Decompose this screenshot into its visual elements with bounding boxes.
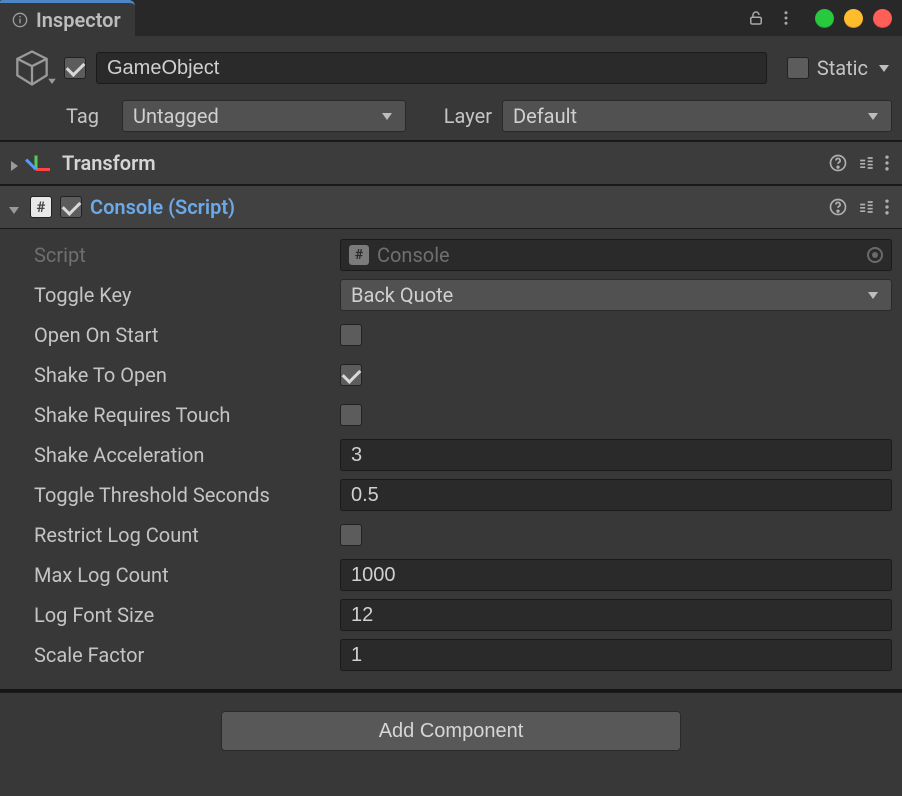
tag-dropdown-value: Untagged bbox=[133, 104, 219, 128]
script-object-field[interactable]: # Console bbox=[340, 239, 892, 271]
static-label: Static bbox=[817, 56, 868, 80]
add-component-row: Add Component bbox=[0, 692, 902, 769]
prop-label-script: Script bbox=[10, 243, 340, 267]
foldout-icon[interactable] bbox=[6, 155, 22, 171]
prop-label-shake-acceleration: Shake Acceleration bbox=[10, 443, 340, 467]
lock-icon[interactable] bbox=[747, 9, 765, 27]
open-on-start-checkbox[interactable] bbox=[340, 324, 362, 346]
gameobject-enabled-checkbox[interactable] bbox=[64, 57, 86, 79]
chevron-down-icon[interactable] bbox=[876, 60, 892, 76]
chevron-down-icon bbox=[865, 287, 881, 303]
prop-script: Script # Console bbox=[10, 235, 892, 275]
gameobject-row: Static bbox=[10, 46, 892, 90]
script-icon: # bbox=[30, 196, 52, 218]
console-title[interactable]: Console (Script) bbox=[90, 195, 235, 219]
transform-component-header[interactable]: Transform bbox=[0, 141, 902, 185]
info-icon bbox=[12, 12, 28, 28]
tab-bar-right bbox=[747, 0, 892, 36]
static-checkbox[interactable] bbox=[787, 57, 809, 79]
toggle-key-dropdown[interactable]: Back Quote bbox=[340, 279, 892, 311]
prop-open-on-start: Open On Start bbox=[10, 315, 892, 355]
tag-label: Tag bbox=[66, 104, 122, 128]
tag-layer-row: Tag Untagged Layer Default bbox=[10, 100, 892, 132]
prop-shake-acceleration: Shake Acceleration bbox=[10, 435, 892, 475]
prop-toggle-threshold-seconds: Toggle Threshold Seconds bbox=[10, 475, 892, 515]
console-component-header[interactable]: # Console (Script) bbox=[0, 185, 902, 229]
scale-factor-input[interactable] bbox=[340, 639, 892, 671]
traffic-yellow[interactable] bbox=[844, 9, 863, 28]
object-picker-icon[interactable] bbox=[867, 247, 883, 263]
prop-label-open-on-start: Open On Start bbox=[10, 323, 340, 347]
prop-label-toggle-threshold-seconds: Toggle Threshold Seconds bbox=[10, 483, 340, 507]
prop-label-log-font-size: Log Font Size bbox=[10, 603, 340, 627]
inspector-tab[interactable]: Inspector bbox=[0, 0, 135, 36]
toggle-threshold-seconds-input[interactable] bbox=[340, 479, 892, 511]
prop-label-restrict-log-count: Restrict Log Count bbox=[10, 523, 340, 547]
prop-label-scale-factor: Scale Factor bbox=[10, 643, 340, 667]
shake-to-open-checkbox[interactable] bbox=[340, 364, 362, 386]
gameobject-name-input[interactable] bbox=[96, 52, 767, 84]
kebab-icon[interactable] bbox=[884, 153, 890, 173]
prop-label-toggle-key: Toggle Key bbox=[10, 283, 340, 307]
prop-log-font-size: Log Font Size bbox=[10, 595, 892, 635]
tag-dropdown[interactable]: Untagged bbox=[122, 100, 406, 132]
prop-label-shake-requires-touch: Shake Requires Touch bbox=[10, 403, 340, 427]
gameobject-icon[interactable] bbox=[10, 46, 54, 90]
max-log-count-input[interactable] bbox=[340, 559, 892, 591]
chevron-down-icon bbox=[865, 108, 881, 124]
toggle-key-value: Back Quote bbox=[351, 283, 453, 307]
prop-toggle-key: Toggle Key Back Quote bbox=[10, 275, 892, 315]
layer-dropdown-value: Default bbox=[513, 104, 577, 128]
hash-icon: # bbox=[349, 245, 369, 265]
console-enabled-checkbox[interactable] bbox=[60, 196, 82, 218]
chevron-down-icon bbox=[379, 108, 395, 124]
help-icon[interactable] bbox=[828, 197, 848, 217]
traffic-red[interactable] bbox=[873, 9, 892, 28]
prop-label-shake-to-open: Shake To Open bbox=[10, 363, 340, 387]
restrict-log-count-checkbox[interactable] bbox=[340, 524, 362, 546]
inspector-panel: Inspector bbox=[0, 0, 902, 796]
transform-title: Transform bbox=[62, 151, 156, 175]
prop-shake-to-open: Shake To Open bbox=[10, 355, 892, 395]
script-object-value: Console bbox=[377, 243, 450, 267]
transform-icon bbox=[36, 147, 60, 171]
prop-label-max-log-count: Max Log Count bbox=[10, 563, 340, 587]
tab-bar: Inspector bbox=[0, 0, 902, 36]
shake-acceleration-input[interactable] bbox=[340, 439, 892, 471]
gameobject-header: Static Tag Untagged Layer Default bbox=[0, 36, 902, 141]
shake-requires-touch-checkbox[interactable] bbox=[340, 404, 362, 426]
prop-scale-factor: Scale Factor bbox=[10, 635, 892, 675]
kebab-icon[interactable] bbox=[777, 9, 795, 27]
add-component-button[interactable]: Add Component bbox=[221, 711, 681, 751]
log-font-size-input[interactable] bbox=[340, 599, 892, 631]
foldout-icon[interactable] bbox=[6, 199, 22, 215]
kebab-icon[interactable] bbox=[884, 197, 890, 217]
layer-label: Layer bbox=[418, 104, 492, 128]
traffic-green[interactable] bbox=[815, 9, 834, 28]
inspector-tab-label: Inspector bbox=[36, 8, 121, 32]
layer-dropdown[interactable]: Default bbox=[502, 100, 892, 132]
traffic-lights bbox=[815, 9, 892, 28]
prop-restrict-log-count: Restrict Log Count bbox=[10, 515, 892, 555]
static-toggle[interactable]: Static bbox=[787, 56, 892, 80]
help-icon[interactable] bbox=[828, 153, 848, 173]
prop-shake-requires-touch: Shake Requires Touch bbox=[10, 395, 892, 435]
console-properties: Script # Console Toggle Key Back Quote bbox=[0, 229, 902, 690]
preset-icon[interactable] bbox=[856, 153, 876, 173]
prop-max-log-count: Max Log Count bbox=[10, 555, 892, 595]
preset-icon[interactable] bbox=[856, 197, 876, 217]
